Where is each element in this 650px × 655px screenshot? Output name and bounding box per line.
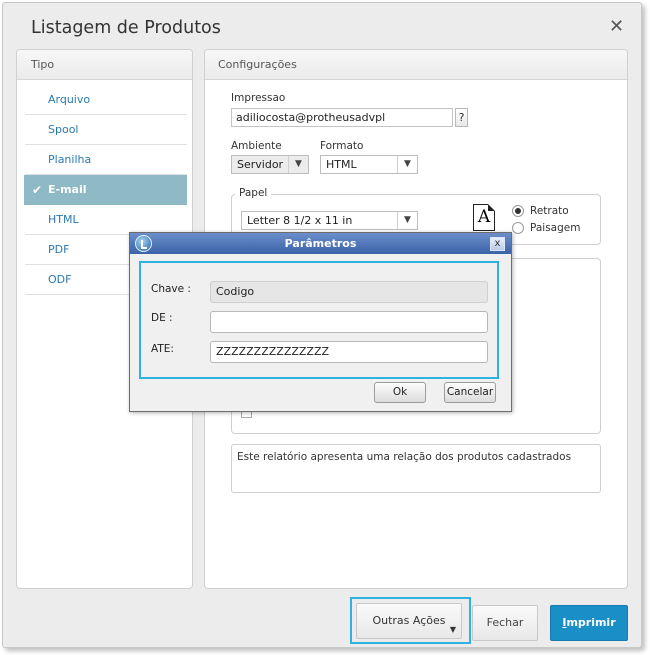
- ambiente-select[interactable]: Servidor ▼: [231, 155, 309, 174]
- configuracoes-header: Configurações: [205, 50, 627, 80]
- paisagem-radio[interactable]: [512, 222, 524, 234]
- fechar-button[interactable]: Fechar: [472, 605, 538, 641]
- formato-value: HTML: [326, 158, 357, 171]
- formato-select[interactable]: HTML ▼: [320, 155, 418, 174]
- chevron-down-icon: ▼: [397, 156, 417, 173]
- de-field[interactable]: [210, 311, 488, 333]
- chevron-down-icon: ▼: [288, 156, 308, 173]
- ok-button[interactable]: Ok: [374, 382, 426, 403]
- tipo-item-label: HTML: [48, 213, 79, 226]
- tipo-item-label: E-mail: [48, 183, 87, 196]
- tipo-item-label: Planilha: [48, 153, 92, 166]
- app-icon: [135, 235, 152, 252]
- impressao-label: Impressao: [231, 92, 286, 104]
- paisagem-label: Paisagem: [530, 222, 581, 234]
- ate-field[interactable]: ZZZZZZZZZZZZZZZ: [210, 341, 488, 363]
- tipo-item-html[interactable]: HTML: [25, 205, 187, 235]
- parametros-dialog: Parâmetros x Chave : Codigo DE : ATE: ZZ…: [129, 232, 512, 412]
- papel-label: Papel: [235, 187, 272, 199]
- impressao-input[interactable]: adiliocosta@protheusadvpl: [231, 108, 453, 127]
- modal-titlebar: Parâmetros x: [130, 233, 511, 254]
- tipo-item-spool[interactable]: Spool: [25, 115, 187, 145]
- tipo-header: Tipo: [17, 50, 192, 80]
- close-icon[interactable]: ✕: [609, 16, 624, 37]
- cancelar-button[interactable]: Cancelar: [444, 382, 496, 403]
- parametros-frame: Chave : Codigo DE : ATE: ZZZZZZZZZZZZZZZ: [139, 261, 499, 379]
- check-icon: ✔: [32, 183, 43, 197]
- tipo-item-label: PDF: [48, 243, 70, 256]
- tipo-item-arquivo[interactable]: Arquivo: [25, 85, 187, 115]
- tipo-item-label: Arquivo: [48, 93, 91, 106]
- dialog-title: Listagem de Produtos: [31, 18, 221, 38]
- retrato-radio[interactable]: [512, 205, 524, 217]
- outras-acoes-label: Outras Ações: [372, 614, 446, 627]
- modal-title: Parâmetros: [284, 237, 357, 250]
- outras-acoes-button[interactable]: Outras Ações ▼: [356, 603, 462, 639]
- retrato-label: Retrato: [530, 205, 569, 217]
- caret-down-icon: ▼: [449, 625, 456, 634]
- tipo-item-planilha[interactable]: Planilha: [25, 145, 187, 175]
- modal-close-icon[interactable]: x: [490, 237, 505, 251]
- ambiente-label: Ambiente: [231, 140, 282, 152]
- fechar-label: Fechar: [486, 616, 524, 629]
- imprimir-button[interactable]: Imprimir: [550, 605, 628, 641]
- paper-orientation-icon: A: [473, 204, 495, 231]
- help-button[interactable]: ?: [455, 108, 468, 127]
- tipo-item-email[interactable]: ✔ E-mail: [24, 175, 187, 205]
- chave-field: Codigo: [210, 281, 488, 303]
- formato-label: Formato: [320, 140, 364, 152]
- papel-select[interactable]: Letter 8 1/2 x 11 in ▼: [241, 211, 418, 230]
- ambiente-value: Servidor: [237, 158, 284, 171]
- chave-label: Chave :: [151, 283, 191, 295]
- ate-label: ATE:: [151, 343, 174, 355]
- papel-value: Letter 8 1/2 x 11 in: [247, 214, 353, 227]
- tipo-item-label: Spool: [48, 123, 79, 136]
- de-label: DE :: [151, 312, 173, 324]
- report-description: Este relatório apresenta uma relação dos…: [231, 444, 601, 493]
- chevron-down-icon: ▼: [397, 212, 417, 229]
- tipo-item-label: ODF: [48, 273, 72, 286]
- imprimir-label: mprimir: [566, 616, 616, 629]
